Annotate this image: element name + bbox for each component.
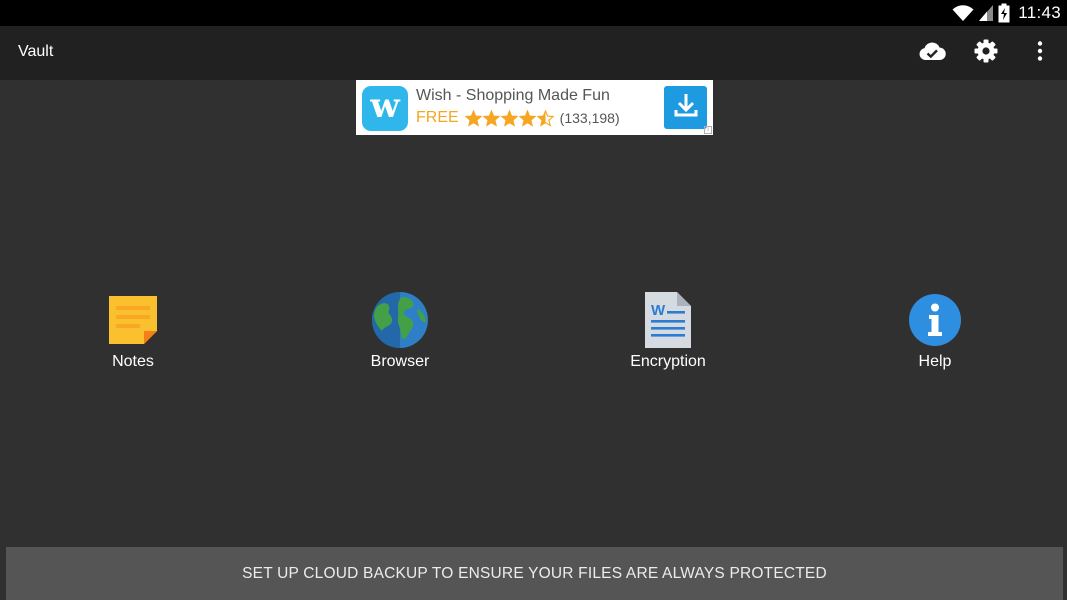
globe-icon [370, 290, 430, 350]
word-document-icon: W [638, 290, 698, 350]
battery-charging-icon [998, 3, 1010, 23]
tile-label: Browser [370, 353, 430, 370]
app-bar-actions [905, 26, 1067, 80]
more-vert-icon [1037, 40, 1043, 66]
tile-notes[interactable]: Notes [43, 290, 223, 380]
wish-logo-icon: w [362, 86, 408, 131]
overflow-menu-button[interactable] [1013, 26, 1067, 80]
tile-browser[interactable]: Browser [310, 290, 490, 380]
star-icon [518, 109, 536, 127]
ad-download-button[interactable] [664, 86, 707, 129]
app-title: Vault [18, 43, 54, 60]
cloud-backup-button[interactable] [905, 26, 959, 80]
download-icon [673, 92, 699, 123]
svg-text:W: W [651, 302, 666, 319]
sticky-note-icon [103, 290, 163, 350]
status-bar: 11:43 [0, 0, 1067, 26]
ad-details: FREE (133,198) [416, 108, 620, 128]
signal-icon [978, 4, 994, 22]
star-icon [536, 109, 554, 127]
tile-help[interactable]: Help [845, 290, 1025, 380]
ad-banner[interactable]: w Wish - Shopping Made Fun FREE (133,198… [356, 80, 713, 135]
ad-choices-icon[interactable]: i [704, 126, 712, 134]
star-icon [464, 109, 482, 127]
tile-label: Encryption [630, 353, 706, 370]
tile-label: Help [918, 353, 952, 370]
ad-title: Wish - Shopping Made Fun [416, 87, 610, 104]
star-icon [482, 109, 500, 127]
star-icon [500, 109, 518, 127]
clock: 11:43 [1018, 3, 1061, 22]
gear-icon [974, 39, 998, 68]
cloud-backup-banner-text: SET UP CLOUD BACKUP TO ENSURE YOUR FILES… [242, 564, 827, 582]
app-bar: Vault [0, 26, 1067, 80]
star-rating [464, 109, 554, 127]
ad-price: FREE [416, 109, 459, 126]
settings-button[interactable] [959, 26, 1013, 80]
cloud-backup-banner[interactable]: SET UP CLOUD BACKUP TO ENSURE YOUR FILES… [6, 547, 1063, 600]
info-icon [905, 290, 965, 350]
wifi-icon [952, 4, 974, 22]
cloud-done-icon [918, 41, 946, 66]
tile-encryption[interactable]: W Encryption [578, 290, 758, 380]
ad-review-count: (133,198) [559, 110, 620, 126]
tile-label: Notes [112, 353, 154, 370]
